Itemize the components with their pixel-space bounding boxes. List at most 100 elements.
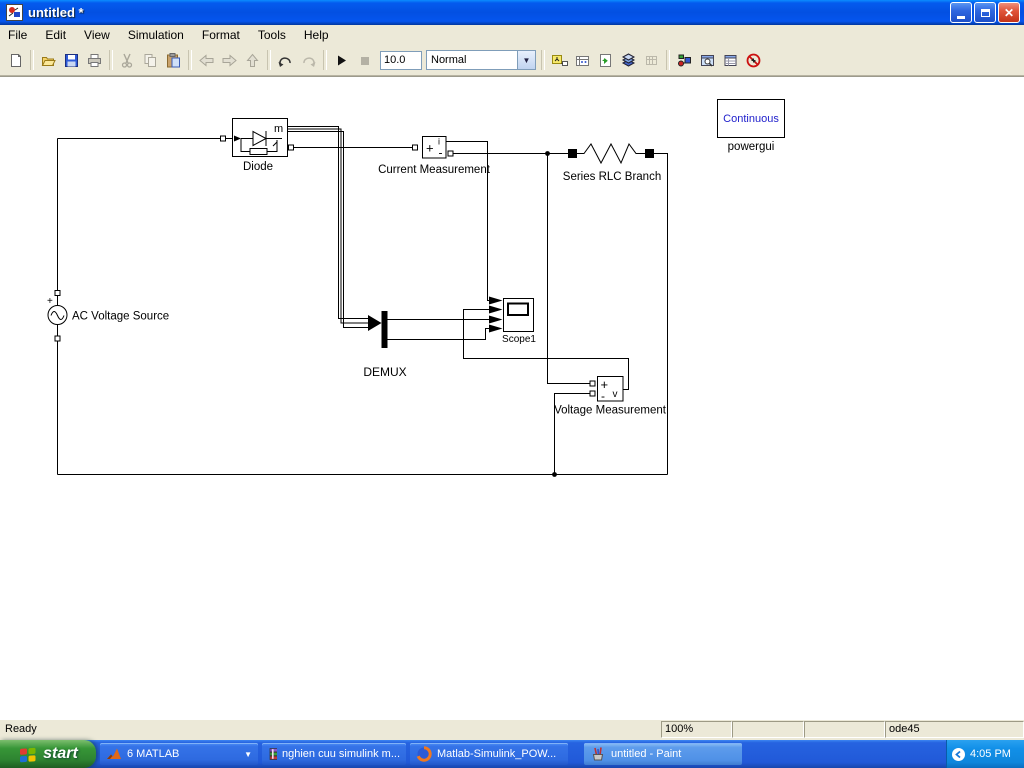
cut-icon (116, 49, 139, 71)
ac-voltage-source-label[interactable]: AC Voltage Source (72, 311, 169, 323)
restore-icon (981, 9, 990, 17)
taskbar-button-matlab[interactable]: 6 MATLAB ▼ (100, 743, 258, 765)
scope-input1-arrow (489, 297, 503, 305)
series-rlc-branch-block[interactable]: Series RLC Branch (563, 144, 661, 183)
menu-file[interactable]: File (0, 26, 36, 44)
build-icon[interactable] (617, 49, 640, 71)
wire-junction-dot (545, 151, 550, 156)
library-browser-icon[interactable] (548, 49, 571, 71)
taskbar-button-label: nghien cuu simulink m... (282, 748, 400, 760)
menu-bar: File Edit View Simulation Format Tools H… (0, 25, 1024, 46)
start-label: start (43, 745, 78, 763)
series-rlc-label[interactable]: Series RLC Branch (563, 171, 661, 183)
collapse-tray-icon[interactable] (951, 747, 966, 762)
port[interactable] (221, 136, 226, 141)
tray-clock: 4:05 PM (970, 748, 1011, 760)
menu-format[interactable]: Format (193, 26, 249, 44)
demux-label[interactable]: DEMUX (363, 365, 406, 379)
current-measurement-block[interactable]: + i - Current Measurement (378, 137, 491, 177)
paste-icon[interactable] (162, 49, 185, 71)
port[interactable] (55, 336, 60, 341)
menu-edit[interactable]: Edit (36, 26, 75, 44)
toolbar-separator (666, 50, 670, 70)
status-message: Ready (5, 723, 37, 735)
stop-icon (353, 49, 376, 71)
sim-mode-value: Normal (427, 54, 517, 66)
scope-input4-arrow (489, 325, 503, 333)
toolbar: Normal ▼ (0, 45, 1024, 76)
scope-label[interactable]: Scope1 (502, 334, 536, 345)
voltage-measurement-label[interactable]: Voltage Measurement (554, 405, 667, 417)
menu-view[interactable]: View (75, 26, 119, 44)
status-cell-2 (732, 721, 804, 738)
wire-junction-to-vmplus[interactable] (548, 154, 591, 384)
taskbar-button-label: untitled - Paint (611, 748, 681, 760)
scope-block[interactable]: Scope1 (502, 299, 536, 346)
port[interactable] (590, 381, 595, 386)
toolbar-separator (30, 50, 34, 70)
port[interactable] (590, 391, 595, 396)
chevron-down-icon[interactable]: ▼ (517, 51, 535, 69)
print-icon[interactable] (83, 49, 106, 71)
update-diagram-icon[interactable] (594, 49, 617, 71)
powergui-label[interactable]: powergui (728, 141, 775, 153)
close-icon: ✕ (1004, 6, 1014, 20)
highlight-off-icon[interactable] (742, 49, 765, 71)
chevron-down-icon[interactable]: ▼ (244, 750, 252, 759)
find-icon[interactable] (696, 49, 719, 71)
sim-mode-select[interactable]: Normal ▼ (426, 50, 536, 70)
toolbar-separator (109, 50, 113, 70)
vm-minus-label: - (601, 389, 605, 403)
diode-block[interactable]: m Diode (233, 119, 288, 174)
sim-stop-time-input[interactable] (380, 51, 422, 70)
cm-plus-label: + (426, 141, 434, 156)
wire-mux-2[interactable] (288, 129, 368, 323)
voltage-measurement-block[interactable]: + - v Voltage Measurement (554, 377, 667, 417)
start-button[interactable]: start (0, 740, 96, 768)
port[interactable] (448, 151, 453, 156)
open-icon[interactable] (37, 49, 60, 71)
wire-right[interactable] (654, 154, 668, 475)
undo-icon[interactable] (274, 49, 297, 71)
model-browser-icon[interactable] (571, 49, 594, 71)
close-button[interactable]: ✕ (998, 2, 1020, 23)
scope-input3-arrow (489, 316, 503, 324)
system-tray: 4:05 PM (946, 740, 1024, 768)
taskbar: start 6 MATLAB ▼ nghien cuu simulink m..… (0, 740, 1024, 768)
matlab-icon (106, 747, 122, 762)
taskbar-button-winrar-doc[interactable]: nghien cuu simulink m... (262, 743, 406, 765)
forward-icon (218, 49, 241, 71)
current-measurement-label[interactable]: Current Measurement (378, 164, 491, 176)
save-icon[interactable] (60, 49, 83, 71)
powergui-block[interactable]: Continuous powergui (718, 100, 785, 154)
model-explorer-icon[interactable] (719, 49, 742, 71)
port[interactable] (413, 145, 418, 150)
taskbar-button-firefox[interactable]: Matlab-Simulink_POW... (410, 743, 568, 765)
back-icon (195, 49, 218, 71)
window-title: untitled * (28, 5, 84, 20)
status-bar: Ready 100% ode45 (0, 719, 1024, 741)
diode-label[interactable]: Diode (243, 161, 273, 173)
menu-help[interactable]: Help (295, 26, 338, 44)
model-canvas[interactable]: m Diode + i - Current Measurement Series… (0, 76, 1024, 719)
wire-mux-1[interactable] (288, 127, 368, 319)
taskbar-button-paint[interactable]: untitled - Paint (584, 743, 742, 765)
menu-tools[interactable]: Tools (249, 26, 295, 44)
wire-mux-3[interactable] (288, 132, 368, 328)
restore-button[interactable] (974, 2, 996, 23)
redo-icon (297, 49, 320, 71)
simulink-app-icon (6, 4, 23, 21)
vm-v-label: v (613, 389, 618, 400)
port[interactable] (55, 291, 60, 296)
diode-m-port-label: m (274, 123, 283, 135)
play-icon[interactable] (330, 49, 353, 71)
wire-demux-out2-to-scope[interactable] (388, 329, 490, 340)
ac-voltage-source-block[interactable]: + AC Voltage Source (47, 296, 169, 325)
toolbar-separator (323, 50, 327, 70)
port[interactable] (289, 145, 294, 150)
debug-icon[interactable] (673, 49, 696, 71)
new-icon[interactable] (4, 49, 27, 71)
powergui-mode-text: Continuous (723, 113, 779, 125)
menu-simulation[interactable]: Simulation (119, 26, 193, 44)
minimize-button[interactable] (950, 2, 972, 23)
